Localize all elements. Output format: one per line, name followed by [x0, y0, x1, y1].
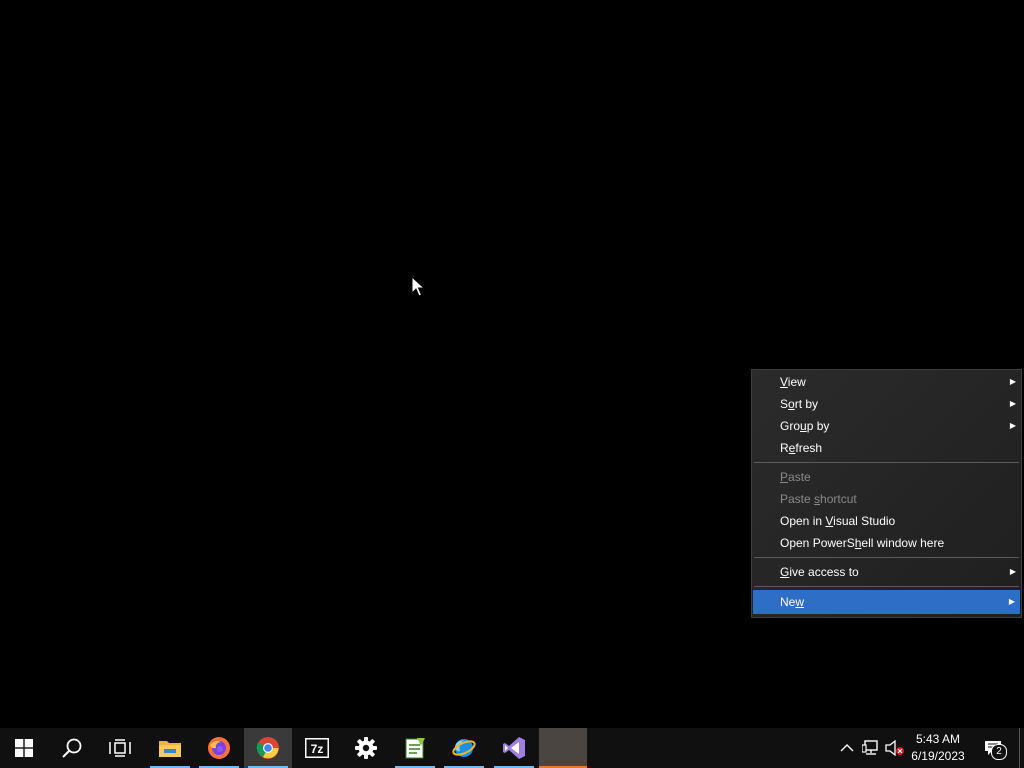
submenu-arrow-icon: ▶: [1009, 567, 1016, 576]
task-view-icon: [109, 739, 131, 757]
start-button[interactable]: [0, 728, 48, 768]
firefox-icon: [208, 737, 230, 759]
visual-studio-icon: [503, 737, 525, 759]
network-tray-button[interactable]: [860, 728, 882, 768]
search-icon: [62, 738, 82, 758]
action-center-button[interactable]: 2: [980, 728, 1007, 768]
menu-item-open-powershell[interactable]: Open PowerShell window here: [752, 532, 1021, 554]
menu-item-give-access-to[interactable]: Give access to ▶: [752, 561, 1021, 583]
submenu-arrow-icon: ▶: [1008, 597, 1015, 606]
taskbar-internet-explorer[interactable]: [440, 728, 488, 768]
network-icon: [862, 740, 878, 755]
search-button[interactable]: [48, 728, 96, 768]
taskbar-settings[interactable]: [342, 728, 390, 768]
chrome-icon: [256, 737, 279, 759]
volume-tray-button[interactable]: [884, 728, 906, 768]
show-desktop-button[interactable]: [1019, 728, 1024, 768]
taskbar-7zip[interactable]: 7z: [293, 728, 341, 768]
menu-item-open-in-visual-studio[interactable]: Open in Visual Studio: [752, 510, 1021, 532]
file-explorer-icon: [159, 741, 181, 757]
7zip-icon: 7z: [305, 738, 329, 758]
clock-date: 6/19/2023: [911, 749, 965, 763]
desktop[interactable]: View ▶ Sort by ▶ Group by ▶ Refresh Past…: [0, 0, 1024, 728]
menu-item-refresh[interactable]: Refresh: [752, 437, 1021, 459]
taskbar-chrome[interactable]: [244, 728, 292, 768]
windows-start-icon: [15, 739, 33, 757]
internet-explorer-icon: [452, 739, 476, 757]
show-hidden-icons-button[interactable]: [836, 728, 858, 768]
menu-item-view[interactable]: View ▶: [752, 371, 1021, 393]
clock-time: 5:43 AM: [915, 732, 961, 746]
menu-item-paste-shortcut[interactable]: Paste shortcut: [752, 488, 1021, 510]
task-view-button[interactable]: [96, 728, 144, 768]
mouse-cursor-icon: [411, 276, 425, 297]
chevron-up-icon: [840, 744, 854, 752]
submenu-arrow-icon: ▶: [1009, 399, 1016, 408]
menu-separator: [754, 557, 1019, 558]
notification-count-badge: 2: [991, 744, 1007, 760]
taskbar: 7z 5:43 AM 6/19/2023 2: [0, 728, 1024, 768]
submenu-arrow-icon: ▶: [1009, 377, 1016, 386]
taskbar-file-explorer[interactable]: [146, 728, 194, 768]
desktop-context-menu: View ▶ Sort by ▶ Group by ▶ Refresh Past…: [751, 369, 1022, 618]
taskbar-notepad-plus-plus[interactable]: [391, 728, 439, 768]
menu-item-sort-by[interactable]: Sort by ▶: [752, 393, 1021, 415]
menu-item-group-by[interactable]: Group by ▶: [752, 415, 1021, 437]
taskbar-visual-studio[interactable]: [490, 728, 538, 768]
menu-item-new[interactable]: New ▶: [753, 590, 1020, 614]
menu-separator: [754, 462, 1019, 463]
taskbar-firefox[interactable]: [195, 728, 243, 768]
taskbar-app-blank[interactable]: [539, 728, 587, 768]
submenu-arrow-icon: ▶: [1009, 421, 1016, 430]
settings-gear-icon: [355, 737, 377, 759]
notepad-plus-plus-icon: [405, 738, 425, 759]
menu-item-paste[interactable]: Paste: [752, 466, 1021, 488]
volume-muted-icon: [885, 740, 904, 756]
svg-text:7z: 7z: [311, 742, 324, 756]
taskbar-clock[interactable]: 5:43 AM 6/19/2023: [906, 728, 970, 768]
menu-separator: [754, 586, 1019, 587]
